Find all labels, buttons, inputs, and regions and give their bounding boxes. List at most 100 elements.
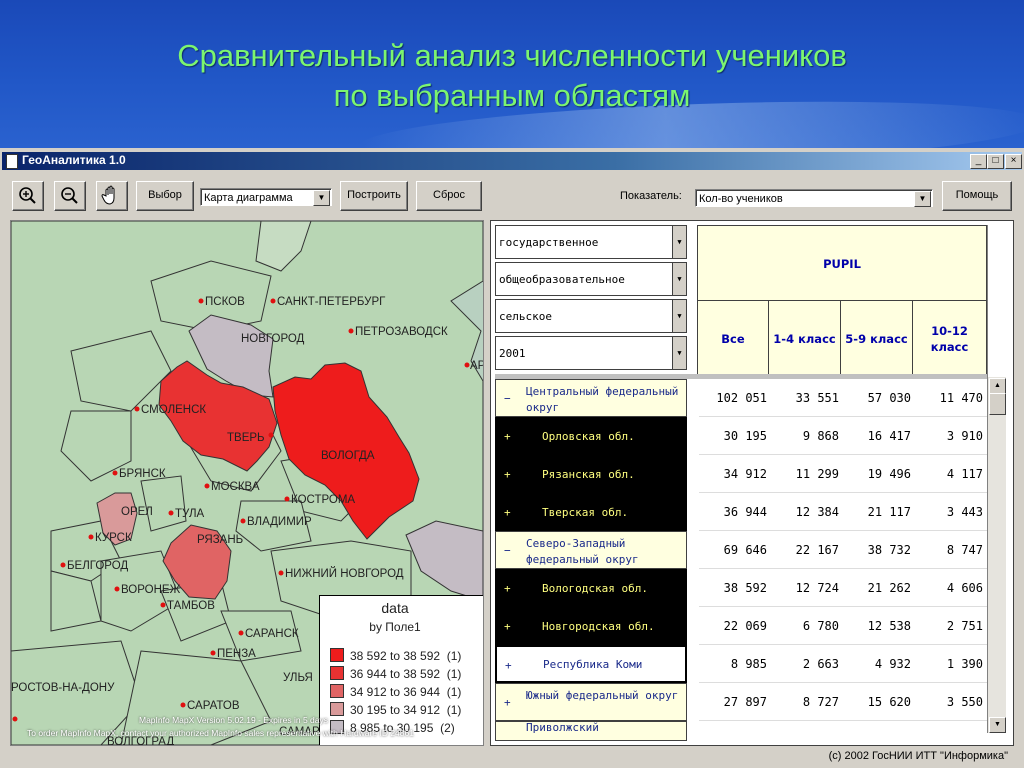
cell-1-4: 6 780 bbox=[771, 607, 843, 645]
map-type-value: Карта диаграмма bbox=[204, 192, 293, 204]
row-name-cell[interactable]: + Рязанская обл. bbox=[495, 455, 687, 493]
row-name: Центральный федеральный округ bbox=[526, 385, 679, 414]
row-name-cell[interactable]: + Орловская обл. bbox=[495, 417, 687, 455]
scroll-thumb[interactable] bbox=[989, 393, 1006, 415]
pan-button[interactable] bbox=[96, 181, 128, 211]
legend-title: data bbox=[381, 600, 409, 616]
row-name-cell[interactable]: + Республика Коми bbox=[495, 645, 687, 683]
table-row[interactable]: + Тверская обл. 36 944 12 384 21 117 3 44… bbox=[495, 493, 987, 531]
filter-ownership[interactable]: государственное ▼ bbox=[495, 225, 687, 259]
cell-all: 34 912 bbox=[699, 455, 771, 493]
indicator-select[interactable]: Кол-во учеников ▼ bbox=[695, 189, 933, 207]
col-header-1-4[interactable]: 1-4 класс bbox=[768, 300, 841, 376]
chevron-down-icon[interactable]: ▼ bbox=[914, 191, 931, 207]
row-name-cell[interactable]: + Южный федеральный округ bbox=[495, 683, 687, 721]
filter-year[interactable]: 2001 ▼ bbox=[495, 336, 687, 370]
chevron-down-icon[interactable]: ▼ bbox=[672, 337, 686, 369]
expand-icon[interactable]: + bbox=[505, 659, 512, 672]
city-label-kostroma: КОСТРОМА bbox=[291, 494, 355, 506]
map-view[interactable]: ПСКОВ САНКТ-ПЕТЕРБУРГ НОВГОРОД ПЕТРОЗАВО… bbox=[10, 220, 484, 746]
expand-icon[interactable]: + bbox=[504, 468, 511, 481]
collapse-icon[interactable]: − bbox=[504, 392, 511, 405]
maximize-button[interactable]: □ bbox=[987, 154, 1004, 169]
filter-value: государственное bbox=[499, 236, 599, 249]
expand-icon[interactable]: + bbox=[504, 430, 511, 443]
table-row[interactable]: + Рязанская обл. 34 912 11 299 19 496 4 1… bbox=[495, 455, 987, 493]
cell-all: 38 592 bbox=[699, 569, 771, 607]
table-row[interactable]: + Орловская обл. 30 195 9 868 16 417 3 91… bbox=[495, 417, 987, 455]
map-legend: data by Поле1 38 592 to 38 592 (1) 36 94… bbox=[319, 595, 483, 745]
zoom-in-button[interactable] bbox=[12, 181, 44, 211]
col-header-5-9[interactable]: 5-9 класс bbox=[840, 300, 913, 376]
indicator-label: Показатель: bbox=[620, 190, 682, 202]
city-label-penza: ПЕНЗА bbox=[217, 648, 256, 660]
table-row-partial[interactable]: Приволжский bbox=[495, 721, 687, 741]
cell-10-12: 1 390 bbox=[915, 645, 987, 683]
chevron-down-icon[interactable]: ▼ bbox=[672, 263, 686, 295]
zoom-out-icon bbox=[61, 187, 78, 204]
city-label-spb: САНКТ-ПЕТЕРБУРГ bbox=[277, 296, 386, 308]
cell-1-4: 9 868 bbox=[771, 417, 843, 455]
help-button[interactable]: Помощь bbox=[942, 181, 1012, 211]
legend-swatch bbox=[330, 684, 344, 698]
row-name-cell[interactable]: + Новгородская обл. bbox=[495, 607, 687, 645]
chevron-down-icon[interactable]: ▼ bbox=[672, 226, 686, 258]
map-type-select[interactable]: Карта диаграмма ▼ bbox=[200, 188, 332, 206]
legend-range: 34 912 to 36 944 bbox=[350, 685, 441, 699]
legend-count: (1) bbox=[446, 667, 462, 681]
row-name-cell[interactable]: − Северо-Западный федеральный округ bbox=[495, 531, 687, 569]
pan-hand-icon bbox=[101, 185, 115, 205]
window-titlebar[interactable]: ГеоАналитика 1.0 _ □ × bbox=[2, 152, 1022, 170]
scroll-down-icon[interactable]: ▼ bbox=[989, 717, 1006, 733]
select-button[interactable]: Выбор bbox=[136, 181, 194, 211]
cell-all: 69 646 bbox=[699, 531, 771, 569]
table-row[interactable]: + Новгородская обл. 22 069 6 780 12 538 2… bbox=[495, 607, 987, 645]
expand-icon[interactable]: + bbox=[504, 506, 511, 519]
zoom-out-button[interactable] bbox=[54, 181, 86, 211]
scroll-up-icon[interactable]: ▲ bbox=[989, 378, 1006, 394]
row-name: Северо-Западный федеральный округ bbox=[526, 537, 639, 566]
legend-count: (1) bbox=[446, 649, 462, 663]
row-name: Тверская обл. bbox=[542, 506, 629, 519]
legend-swatch bbox=[330, 666, 344, 680]
row-name-cell[interactable]: − Центральный федеральный округ bbox=[495, 379, 687, 417]
cell-5-9: 4 932 bbox=[843, 645, 915, 683]
expand-icon[interactable]: + bbox=[504, 696, 511, 709]
close-button[interactable]: × bbox=[1005, 154, 1022, 169]
cell-10-12: 4 117 bbox=[915, 455, 987, 493]
row-name-cell[interactable]: + Вологодская обл. bbox=[495, 569, 687, 607]
legend-item: 30 195 to 34 912 (1) bbox=[330, 702, 461, 718]
mapx-version-notice: MapInfo MapX Version 5.02.19 - Expires i… bbox=[139, 715, 328, 725]
row-name: Приволжский bbox=[526, 721, 599, 734]
app-window: ГеоАналитика 1.0 _ □ × Выбор Карта диагр… bbox=[0, 148, 1024, 768]
data-grid[interactable]: государственное ▼ общеобразовательное ▼ се… bbox=[490, 220, 1014, 746]
build-button[interactable]: Построить bbox=[340, 181, 408, 211]
chevron-down-icon[interactable]: ▼ bbox=[672, 300, 686, 332]
table-row[interactable]: − Центральный федеральный округ 102 051 3… bbox=[495, 379, 987, 417]
table-row[interactable]: + Вологодская обл. 38 592 12 724 21 262 4… bbox=[495, 569, 987, 607]
city-label-tver: ТВЕРЬ bbox=[227, 432, 265, 444]
table-row[interactable]: − Северо-Западный федеральный округ 69 64… bbox=[495, 531, 987, 569]
slide-title: Сравнительный анализ численности ученико… bbox=[0, 36, 1024, 116]
col-header-all[interactable]: Все bbox=[697, 300, 769, 376]
filter-area[interactable]: сельское ▼ bbox=[495, 299, 687, 333]
cell-5-9: 21 117 bbox=[843, 493, 915, 531]
row-name-cell[interactable]: + Тверская обл. bbox=[495, 493, 687, 531]
table-row-selected[interactable]: + Республика Коми 8 985 2 663 4 932 1 390 bbox=[495, 645, 987, 683]
row-name: Южный федеральный округ bbox=[526, 689, 679, 702]
cell-1-4: 22 167 bbox=[771, 531, 843, 569]
col-header-10-12[interactable]: 10-12 класс bbox=[912, 300, 987, 376]
table-scrollbar[interactable]: ▲ ▼ bbox=[987, 377, 1006, 733]
expand-icon[interactable]: + bbox=[504, 620, 511, 633]
collapse-icon[interactable]: − bbox=[504, 544, 511, 557]
expand-icon[interactable]: + bbox=[504, 582, 511, 595]
legend-swatch bbox=[330, 648, 344, 662]
city-label-smolensk: СМОЛЕНСК bbox=[141, 404, 206, 416]
filter-school-type[interactable]: общеобразовательное ▼ bbox=[495, 262, 687, 296]
minimize-button[interactable]: _ bbox=[970, 154, 987, 169]
table-row[interactable]: + Южный федеральный округ 27 897 8 727 15… bbox=[495, 683, 987, 721]
reset-button[interactable]: Сброс bbox=[416, 181, 482, 211]
cell-5-9: 15 620 bbox=[843, 683, 915, 721]
chevron-down-icon[interactable]: ▼ bbox=[313, 190, 330, 206]
city-label-nizhny: НИЖНИЙ НОВГОРОД bbox=[285, 567, 404, 580]
